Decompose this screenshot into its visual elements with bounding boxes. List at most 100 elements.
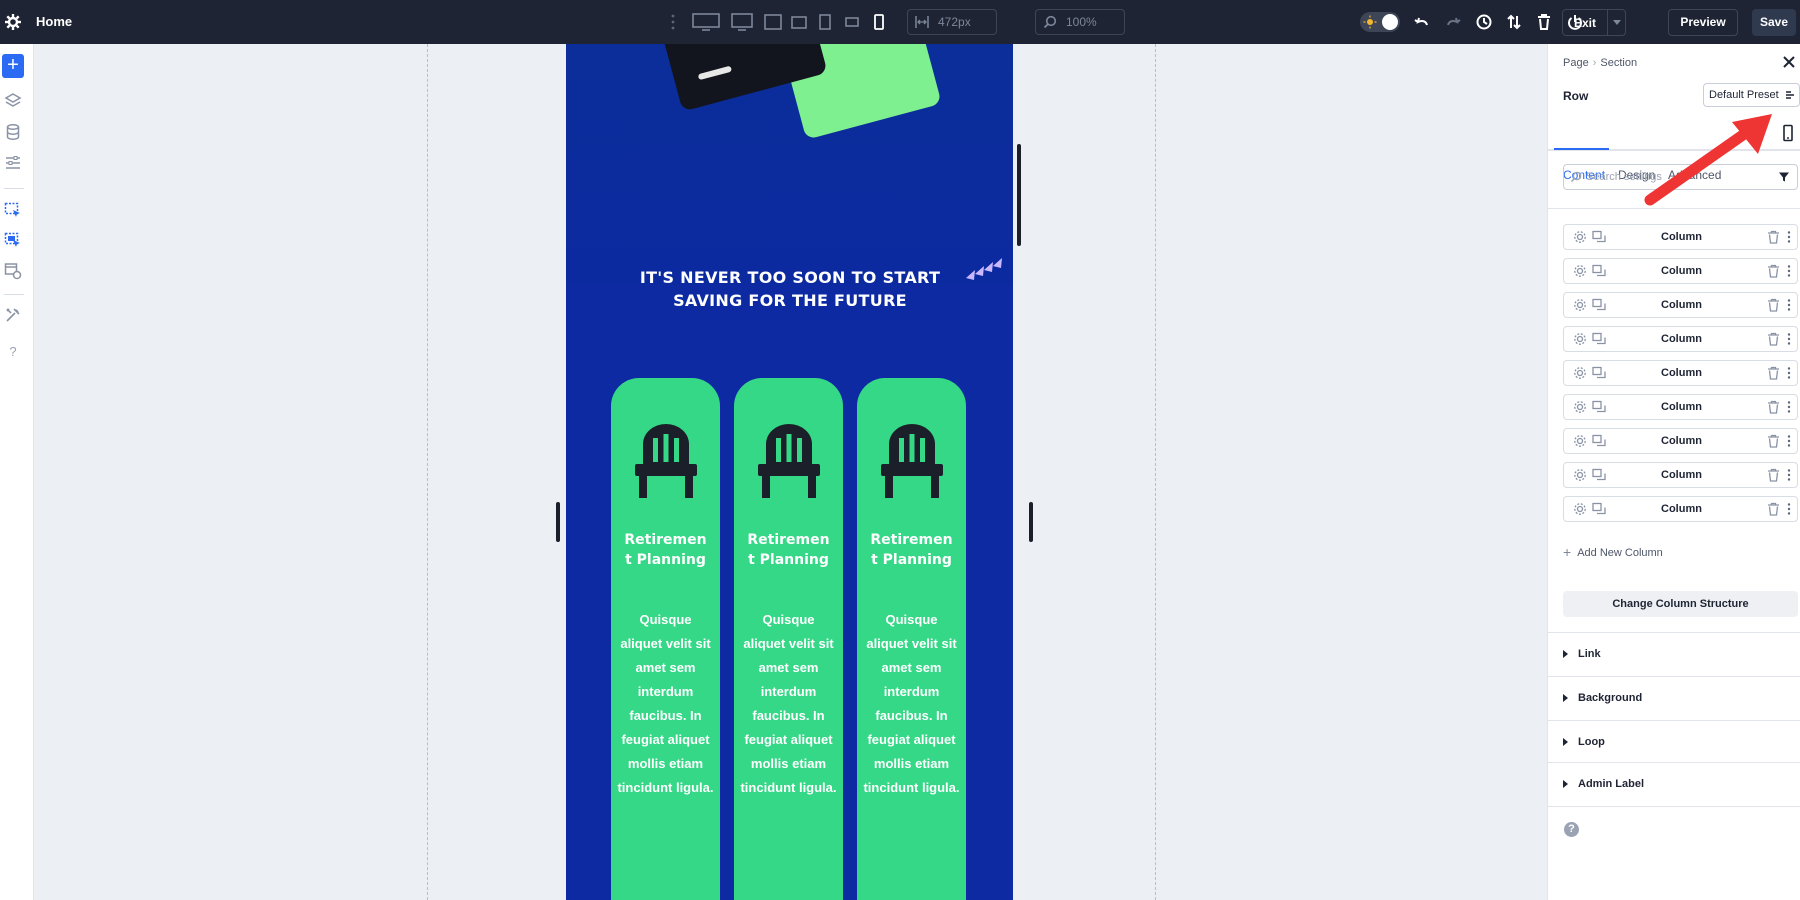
duplicate-icon[interactable] — [1592, 366, 1606, 380]
duplicate-icon[interactable] — [1592, 502, 1606, 516]
column-item[interactable]: Column — [1563, 258, 1798, 284]
tools-icon[interactable] — [4, 306, 22, 324]
help-icon[interactable]: ? — [1564, 822, 1579, 837]
undo-icon[interactable] — [1412, 12, 1432, 32]
duplicate-icon[interactable] — [1592, 468, 1606, 482]
help-icon[interactable]: ? — [4, 344, 22, 359]
column-item[interactable]: Column — [1563, 394, 1798, 420]
accordion-background[interactable]: Background — [1548, 676, 1800, 720]
duplicate-icon[interactable] — [1592, 298, 1606, 312]
laptop-icon[interactable] — [764, 12, 782, 32]
more-vertical-icon[interactable] — [1784, 332, 1794, 346]
chevron-down-icon[interactable] — [1613, 20, 1621, 25]
zoom-field[interactable]: 100% — [1035, 9, 1125, 35]
column-item[interactable]: Column — [1563, 224, 1798, 250]
tablet-landscape-icon[interactable] — [791, 12, 807, 32]
column-item[interactable]: Column — [1563, 292, 1798, 318]
layers-icon[interactable] — [4, 92, 22, 110]
width-field[interactable]: 472px — [907, 9, 997, 35]
change-column-structure-button[interactable]: Change Column Structure — [1563, 591, 1798, 617]
chair-icon — [635, 424, 697, 498]
redo-icon[interactable] — [1443, 12, 1463, 32]
column-item[interactable]: Column — [1563, 360, 1798, 386]
column-card[interactable]: Retiremen t Planning Quisque aliquet vel… — [734, 378, 843, 900]
select-icon[interactable] — [4, 202, 22, 220]
trash-icon[interactable] — [1767, 400, 1780, 414]
section-divider — [1548, 806, 1800, 807]
column-item[interactable]: Column — [1563, 326, 1798, 352]
page-settings-icon[interactable] — [4, 262, 22, 280]
theme-toggle[interactable] — [1360, 12, 1400, 32]
column-item[interactable]: Column — [1563, 462, 1798, 488]
more-vertical-icon[interactable] — [1784, 264, 1794, 278]
phone-icon[interactable] — [874, 12, 884, 32]
tablet-icon[interactable] — [819, 12, 831, 32]
sliders-icon[interactable] — [4, 154, 22, 172]
scroll-handle[interactable] — [1017, 144, 1021, 246]
gear-icon[interactable] — [1573, 434, 1587, 448]
chair-icon — [881, 424, 943, 498]
trash-icon[interactable] — [1767, 264, 1780, 278]
gear-icon[interactable] — [1573, 400, 1587, 414]
more-vertical-icon[interactable] — [1784, 298, 1794, 312]
duplicate-icon[interactable] — [1592, 400, 1606, 414]
trash-icon[interactable] — [1767, 434, 1780, 448]
trash-icon[interactable] — [1767, 502, 1780, 516]
more-vertical-icon[interactable] — [1784, 468, 1794, 482]
breadcrumb-page[interactable]: Page — [1563, 57, 1589, 69]
desktop-icon[interactable] — [731, 12, 753, 32]
more-vertical-icon[interactable] — [1784, 230, 1794, 244]
more-vertical-icon[interactable] — [1784, 502, 1794, 516]
column-card[interactable]: Retiremen t Planning Quisque aliquet vel… — [857, 378, 966, 900]
accordion-link[interactable]: Link — [1548, 632, 1800, 676]
accordion-loop[interactable]: Loop — [1548, 720, 1800, 764]
gear-icon[interactable] — [1573, 332, 1587, 346]
settings-icon[interactable] — [3, 12, 23, 32]
database-icon[interactable] — [4, 123, 22, 141]
column-item[interactable]: Column — [1563, 496, 1798, 522]
page-preview[interactable]: IT'S NEVER TOO SOON TO START SAVING FOR … — [566, 44, 1013, 900]
preset-selector[interactable]: Default Preset — [1703, 83, 1800, 107]
trash-icon[interactable] — [1767, 230, 1780, 244]
resize-handle-right[interactable] — [1029, 502, 1033, 542]
desktop-wide-icon[interactable] — [692, 12, 720, 32]
trash-icon[interactable] — [1767, 332, 1780, 346]
exit-button[interactable]: Exit — [1562, 9, 1626, 36]
more-vertical-icon[interactable] — [1784, 400, 1794, 414]
phone-landscape-icon[interactable] — [845, 12, 859, 32]
gear-icon[interactable] — [1573, 468, 1587, 482]
history-icon[interactable] — [1474, 12, 1494, 32]
trash-icon[interactable] — [1534, 12, 1554, 32]
preset-menu-icon — [1786, 91, 1794, 99]
trash-icon[interactable] — [1767, 298, 1780, 312]
sort-icon[interactable] — [1504, 12, 1524, 32]
accordion-admin-label[interactable]: Admin Label — [1548, 762, 1800, 806]
gear-icon[interactable] — [1573, 298, 1587, 312]
column-body: Quisque aliquet velit sit amet sem inter… — [617, 612, 714, 795]
save-button[interactable]: Save — [1752, 9, 1796, 36]
duplicate-icon[interactable] — [1592, 332, 1606, 346]
column-card[interactable]: Retiremen t Planning Quisque aliquet vel… — [611, 378, 720, 900]
trash-icon[interactable] — [1767, 468, 1780, 482]
duplicate-icon[interactable] — [1592, 230, 1606, 244]
gear-icon[interactable] — [1573, 264, 1587, 278]
add-icon[interactable]: + — [2, 54, 24, 78]
more-vertical-icon[interactable] — [1784, 366, 1794, 380]
close-icon[interactable] — [1781, 54, 1797, 70]
preview-button[interactable]: Preview — [1668, 9, 1738, 36]
multi-select-icon[interactable] — [4, 232, 22, 250]
column-item[interactable]: Column — [1563, 428, 1798, 454]
more-vertical-icon[interactable] — [1784, 434, 1794, 448]
gear-icon[interactable] — [1573, 230, 1587, 244]
gear-icon[interactable] — [1573, 366, 1587, 380]
add-column-link[interactable]: + Add New Column — [1563, 544, 1663, 560]
zoom-icon — [1043, 15, 1057, 29]
trash-icon[interactable] — [1767, 366, 1780, 380]
gear-icon[interactable] — [1573, 502, 1587, 516]
section-headline[interactable]: IT'S NEVER TOO SOON TO START SAVING FOR … — [616, 266, 964, 312]
duplicate-icon[interactable] — [1592, 434, 1606, 448]
resize-handle-left[interactable] — [556, 502, 560, 542]
breadcrumb-section[interactable]: Section — [1600, 57, 1637, 69]
duplicate-icon[interactable] — [1592, 264, 1606, 278]
more-vertical-icon[interactable] — [670, 12, 676, 32]
